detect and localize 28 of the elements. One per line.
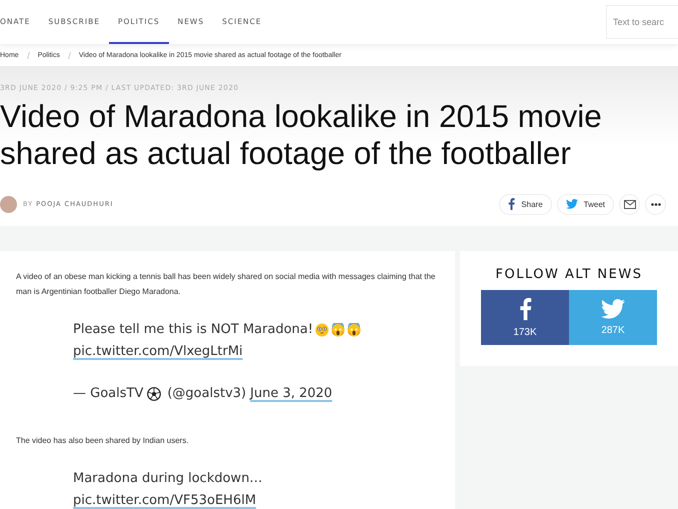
article-paragraph: The video has also been shared by Indian users.	[16, 435, 190, 447]
screaming-face-icon	[331, 323, 346, 337]
email-button[interactable]	[619, 194, 640, 214]
mail-icon	[624, 200, 636, 208]
avatar	[0, 196, 17, 212]
facebook-icon	[518, 297, 532, 321]
tweet-date-link[interactable]: June 3, 2020	[250, 383, 332, 405]
article-title: Video of Maradona lookalike in 2015 movie shared as actual footage of the footballer	[0, 98, 603, 172]
screaming-face-icon	[347, 323, 362, 337]
tweet-link[interactable]: pic.twitter.com/VF53oEH6lM	[73, 490, 256, 509]
more-icon	[650, 202, 660, 206]
tweet-text: Please tell me this is NOT Maradona!	[73, 321, 314, 339]
tweet-button[interactable]: Tweet	[556, 194, 614, 214]
flushed-face-icon	[315, 323, 330, 337]
facebook-follow-button[interactable]: 173K	[481, 290, 569, 345]
tweet-text: Maradona during lockdown…	[73, 470, 262, 488]
tweet-handle: (@goalstv3)	[167, 385, 246, 403]
follow-heading: FOLLOW ALT NEWS	[494, 266, 644, 284]
tweet-link[interactable]: pic.twitter.com/VlxegLtrMi	[73, 341, 243, 363]
facebook-icon	[508, 198, 516, 210]
tweet-author: — GoalsTV	[73, 385, 144, 403]
search-field[interactable]: Text to searc	[606, 5, 678, 39]
share-button[interactable]: Share	[499, 194, 552, 214]
soccer-ball-icon	[147, 387, 162, 401]
twitter-icon	[601, 299, 625, 319]
twitter-icon	[566, 199, 578, 209]
article-paragraph: A video of an obese man kicking a tennis ball has been widely shared on social media with messages claiming that the man is Argentinian footballer Diego Maradona.	[16, 271, 436, 298]
more-button[interactable]	[645, 194, 666, 214]
